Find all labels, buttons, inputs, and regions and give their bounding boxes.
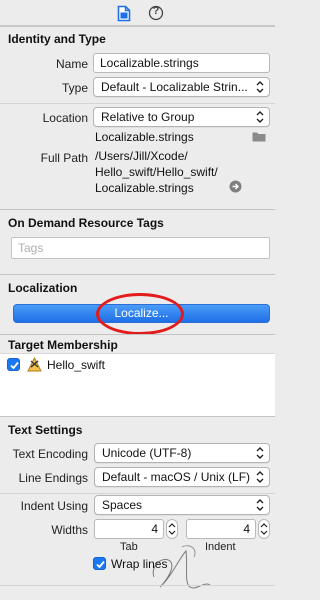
- divider: [0, 103, 275, 104]
- section-title-text-settings: Text Settings: [8, 423, 83, 437]
- target-checkbox[interactable]: [7, 358, 20, 371]
- folder-icon[interactable]: [252, 131, 266, 145]
- wrap-lines-checkbox[interactable]: [93, 557, 106, 570]
- name-label: Name: [55, 57, 88, 71]
- type-popup-value: Default - Localizable Strin...: [101, 80, 248, 94]
- reveal-arrow-icon[interactable]: [229, 180, 242, 196]
- encoding-popup[interactable]: Unicode (UTF-8): [94, 443, 270, 463]
- line-endings-popup-value: Default - macOS / Unix (LF): [102, 470, 251, 484]
- section-title-target: Target Membership: [8, 338, 118, 352]
- tab-sublabel: Tab: [120, 541, 138, 553]
- text-settings-section: Text Settings Text Encoding Unicode (UTF…: [0, 416, 275, 600]
- section-title-identity: Identity and Type: [8, 32, 106, 46]
- location-label: Location: [42, 111, 88, 125]
- popup-arrows-icon: [256, 81, 264, 93]
- target-item-label: Hello_swift: [47, 358, 106, 372]
- line-endings-popup[interactable]: Default - macOS / Unix (LF): [94, 467, 270, 487]
- type-label: Type: [61, 81, 88, 95]
- tags-field[interactable]: Tags: [11, 237, 270, 259]
- indent-width-value: 4: [243, 522, 250, 536]
- identity-section: Identity and Type Name Localizable.strin…: [0, 26, 275, 209]
- type-popup[interactable]: Default - Localizable Strin...: [93, 77, 270, 97]
- help-glyph: ?: [152, 5, 160, 17]
- target-section: Target Membership Hello_swift: [0, 334, 275, 417]
- indent-using-popup[interactable]: Spaces: [94, 495, 270, 515]
- odr-section: On Demand Resource Tags Tags: [0, 209, 275, 274]
- line-endings-label: Line Endings: [18, 471, 88, 485]
- inspector-tab-bar: ?: [0, 0, 275, 26]
- section-title-odr: On Demand Resource Tags: [8, 216, 164, 230]
- signature-scribble: [152, 545, 211, 589]
- fullpath-line-1: /Users/Jill/Xcode/: [95, 149, 188, 163]
- location-file-name: Localizable.strings: [95, 130, 194, 144]
- encoding-popup-value: Unicode (UTF-8): [102, 446, 192, 460]
- app-target-icon: [27, 356, 42, 375]
- popup-arrows-icon: [256, 111, 264, 123]
- popup-arrows-icon: [256, 447, 264, 459]
- encoding-label: Text Encoding: [12, 447, 88, 461]
- divider: [0, 493, 275, 494]
- indent-width-stepper-icon[interactable]: [258, 519, 270, 539]
- fullpath-label: Full Path: [40, 151, 88, 165]
- location-popup-value: Relative to Group: [101, 110, 195, 124]
- section-title-localization: Localization: [8, 281, 78, 295]
- fullpath-line-2: Hello_swift/Hello_swift/: [95, 165, 218, 179]
- indent-using-label: Indent Using: [20, 499, 88, 513]
- popup-arrows-icon: [256, 471, 264, 483]
- quick-help-icon[interactable]: ?: [147, 4, 165, 22]
- divider: [0, 585, 275, 586]
- file-inspector-icon[interactable]: [115, 4, 133, 22]
- indent-using-popup-value: Spaces: [102, 498, 143, 512]
- fullpath-line-3: Localizable.strings: [95, 181, 194, 195]
- widths-label: Widths: [51, 523, 88, 537]
- popup-arrows-icon: [256, 499, 264, 511]
- name-field[interactable]: Localizable.strings: [93, 53, 270, 73]
- location-popup[interactable]: Relative to Group: [93, 107, 270, 127]
- tags-placeholder: Tags: [18, 241, 44, 255]
- annotation-circle: [96, 293, 184, 335]
